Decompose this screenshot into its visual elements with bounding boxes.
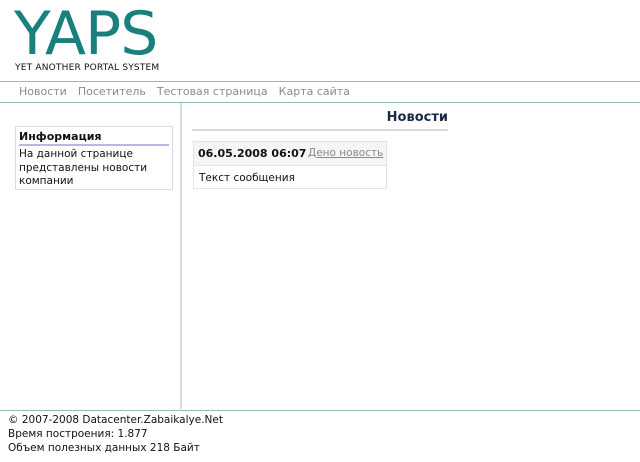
news-item: 06.05.2008 06:07 Дено новость Текст сооб… [193, 141, 387, 189]
page-title-bar: Новости [192, 108, 448, 131]
news-item-header: 06.05.2008 06:07 Дено новость [194, 142, 386, 166]
site-logo[interactable]: YAPS [14, 2, 158, 66]
nav-item-test-page[interactable]: Тестовая страница [157, 84, 268, 100]
column-divider [180, 103, 182, 409]
nav-item-visitor[interactable]: Посетитель [78, 84, 146, 100]
nav-item-news[interactable]: Новости [19, 84, 67, 100]
footer-copyright: © 2007-2008 Datacenter.Zabaikalye.Net [8, 414, 223, 426]
footer-rule [0, 410, 640, 411]
nav-item-sitemap[interactable]: Карта сайта [279, 84, 350, 100]
site-header: YAPS YET ANOTHER PORTAL SYSTEM [0, 0, 640, 80]
info-box-title: Информация [19, 129, 169, 146]
news-body: Текст сообщения [199, 172, 295, 184]
page-title: Новости [386, 110, 448, 125]
site-footer: © 2007-2008 Datacenter.Zabaikalye.Net Вр… [8, 413, 608, 455]
nav-top-rule [0, 81, 640, 82]
news-date: 06.05.2008 06:07 [198, 147, 307, 160]
footer-payload-size: Объем полезных данных 218 Байт [8, 442, 200, 454]
info-box: Информация На данной странице представле… [15, 126, 173, 190]
footer-build-time: Время построения: 1.877 [8, 428, 148, 440]
news-title-link[interactable]: Дено новость [308, 146, 383, 161]
info-box-text: На данной странице представлены новости … [19, 148, 148, 187]
site-tagline: YET ANOTHER PORTAL SYSTEM [15, 63, 160, 73]
main-nav: Новости Посетитель Тестовая страница Кар… [19, 84, 361, 100]
